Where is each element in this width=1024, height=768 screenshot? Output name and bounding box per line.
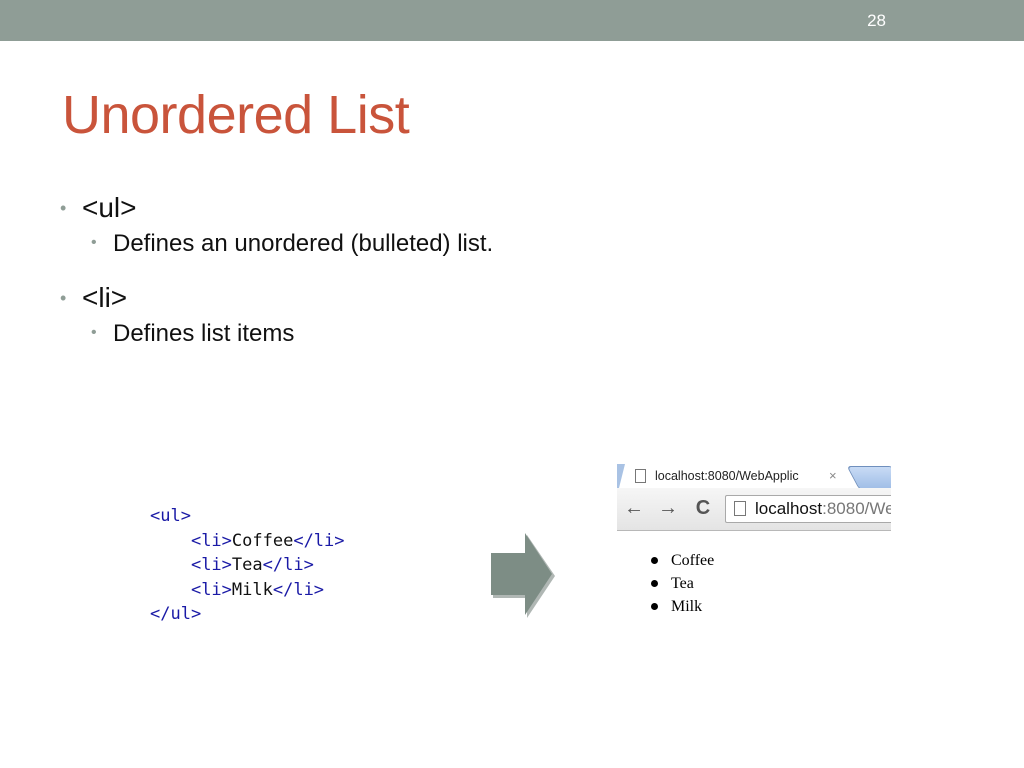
code-tag: </ul>	[150, 604, 202, 624]
top-bar: 28	[0, 0, 1024, 41]
bullet-li-description: Defines list items	[58, 317, 958, 350]
list-item: Tea	[647, 572, 714, 595]
code-tag: </li>	[262, 555, 314, 575]
code-line: <li>Coffee</li>	[150, 529, 410, 554]
code-line: <li>Milk</li>	[150, 578, 410, 603]
browser-tab[interactable]: localhost:8080/WebApplic ×	[627, 465, 843, 487]
tab-strip: localhost:8080/WebApplic ×	[617, 464, 891, 490]
bullet-ul: <ul>	[58, 188, 958, 228]
list-item: Coffee	[647, 549, 714, 572]
back-arrow-icon[interactable]: ←	[623, 496, 645, 520]
page-icon	[635, 469, 646, 483]
bullet-li: <li>	[58, 278, 958, 318]
code-tag: <li>	[190, 579, 232, 600]
code-tag: </li>	[272, 579, 325, 600]
tab-title: localhost:8080/WebApplic	[655, 469, 799, 483]
page-icon	[734, 501, 746, 516]
code-line: <li>Tea</li>	[150, 553, 410, 578]
code-text: Coffee	[231, 530, 294, 551]
slide-number: 28	[867, 11, 886, 30]
browser-screenshot: localhost:8080/WebApplic × ← → C localho…	[617, 464, 891, 624]
browser-toolbar: ← → C localhost:8080/We	[617, 488, 891, 531]
code-tag: <li>	[190, 555, 232, 575]
code-tag: <li>	[190, 530, 232, 551]
address-text: localhost:8080/We	[755, 496, 891, 522]
code-text: Milk	[231, 579, 273, 600]
code-text: Tea	[231, 555, 263, 575]
right-arrow-icon	[491, 533, 555, 618]
forward-arrow-icon[interactable]: →	[657, 496, 679, 520]
address-host: localhost	[755, 499, 823, 518]
bullet-list: <ul> Defines an unordered (bulleted) lis…	[58, 188, 958, 368]
code-tag: <ul>	[150, 506, 191, 526]
reload-icon[interactable]: C	[692, 496, 714, 520]
code-line: </ul>	[150, 602, 410, 627]
rendered-list: Coffee Tea Milk	[647, 549, 714, 618]
code-line: <ul>	[150, 504, 410, 529]
code-tag: </li>	[293, 530, 345, 551]
list-item: Milk	[647, 595, 714, 618]
tab-edge	[617, 464, 625, 488]
address-rest: :8080/We	[822, 499, 891, 518]
address-bar[interactable]: localhost:8080/We	[725, 495, 891, 523]
slide: 28 Unordered List <ul> Defines an unorde…	[0, 0, 1024, 768]
bullet-ul-description: Defines an unordered (bulleted) list.	[58, 227, 958, 260]
slide-title: Unordered List	[62, 85, 410, 145]
close-icon[interactable]: ×	[829, 465, 837, 487]
new-tab-button[interactable]	[846, 466, 891, 490]
code-example: <ul> <li>Coffee</li> <li>Tea</li> <li>Mi…	[150, 504, 410, 636]
